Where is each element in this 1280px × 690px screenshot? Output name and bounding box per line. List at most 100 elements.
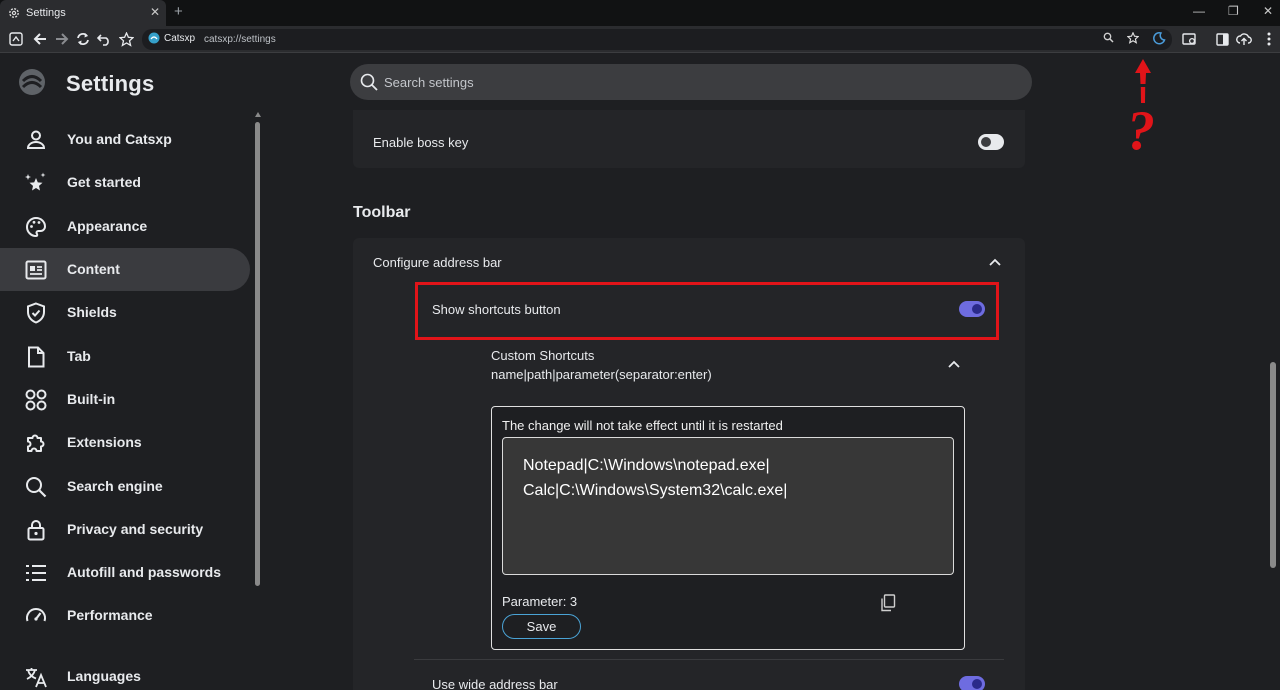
- sidebar-item-label: Content: [67, 261, 120, 277]
- sidebar-item-privacy-and-security[interactable]: Privacy and security: [0, 508, 250, 551]
- sidebar-item-label: Shields: [67, 304, 117, 320]
- menu-dots-icon[interactable]: [1261, 31, 1277, 47]
- scroll-up-arrow-icon[interactable]: [255, 112, 261, 117]
- main-scroll-thumb[interactable]: [1270, 362, 1276, 568]
- restart-notice: The change will not take effect until it…: [502, 418, 783, 433]
- sidebar-item-tab[interactable]: Tab: [0, 335, 250, 378]
- tab-page-icon: [28, 346, 45, 368]
- translate-icon: [26, 668, 47, 688]
- divider: [414, 659, 1004, 660]
- settings-header: Settings: [0, 54, 1280, 110]
- site-chip[interactable]: Catsxp: [148, 32, 195, 44]
- url-text[interactable]: catsxp://settings: [204, 34, 276, 45]
- back-icon[interactable]: [32, 31, 48, 47]
- search-icon: [26, 477, 47, 498]
- sidebar-item-label: Autofill and passwords: [67, 564, 222, 580]
- sidebar-item-you-and-catsxp[interactable]: You and Catsxp: [0, 118, 250, 161]
- sidebar-item-label: Get started: [67, 174, 141, 190]
- sidebar-item-search-engine[interactable]: Search engine: [0, 465, 250, 508]
- custom-shortcuts-description: name|path|parameter(separator:enter): [491, 367, 712, 382]
- bookmark-star-icon[interactable]: [118, 31, 134, 47]
- reload-icon[interactable]: [75, 31, 91, 47]
- browser-toolbar: Catsxp catsxp://settings: [0, 26, 1280, 53]
- sidebar-item-content[interactable]: Content: [0, 248, 250, 291]
- site-name: Catsxp: [164, 32, 196, 44]
- annotation-question-mark: ?: [1127, 100, 1155, 162]
- search-icon: [360, 73, 378, 91]
- star-icon[interactable]: [1126, 31, 1140, 48]
- sidebar-item-label: Appearance: [67, 218, 148, 234]
- section-title-toolbar: Toolbar: [353, 204, 411, 221]
- boss-key-card: Enable boss key: [353, 110, 1025, 168]
- sidebar-item-label: Extensions: [67, 434, 142, 450]
- palette-icon: [26, 216, 47, 238]
- sidebar-item-label: You and Catsxp: [67, 131, 172, 147]
- grid-circles-icon: [25, 389, 47, 411]
- main-scrollbar[interactable]: [1266, 110, 1280, 690]
- sidebar-item-appearance[interactable]: Appearance: [0, 205, 250, 248]
- lock-icon: [27, 520, 45, 541]
- settings-search[interactable]: [350, 64, 1032, 100]
- page-title: Settings: [66, 71, 155, 96]
- tab-settings[interactable]: Settings ✕: [0, 0, 166, 26]
- sidebar-scroll-thumb[interactable]: [255, 122, 260, 586]
- sidebar-item-autofill-and-passwords[interactable]: Autofill and passwords: [0, 551, 250, 594]
- tab-title: Settings: [26, 7, 66, 19]
- annotation-highlight-box: [415, 282, 999, 340]
- person-icon: [26, 130, 46, 149]
- dark-mode-moon-icon[interactable]: [1152, 31, 1166, 49]
- minimize-button[interactable]: —: [1193, 3, 1205, 19]
- home-icon[interactable]: [8, 31, 24, 47]
- gauge-icon: [26, 608, 46, 622]
- copy-icon[interactable]: [880, 594, 896, 612]
- sidebar-item-label: Tab: [67, 348, 91, 364]
- save-button[interactable]: Save: [502, 614, 581, 639]
- list-icon: [26, 565, 46, 581]
- content-layout-icon: [25, 260, 47, 280]
- sidebar-toggle-icon[interactable]: [1214, 31, 1230, 47]
- sparkle-star-icon: [25, 172, 46, 191]
- puzzle-icon: [27, 434, 45, 452]
- shield-icon: [27, 302, 45, 324]
- configure-address-bar-label[interactable]: Configure address bar: [373, 255, 502, 270]
- close-window-button[interactable]: ✕: [1263, 3, 1273, 19]
- sidebar-item-built-in[interactable]: Built-in: [0, 378, 250, 421]
- catsxp-logo-icon: [148, 32, 160, 44]
- sidebar-item-label: Search engine: [67, 478, 163, 494]
- forward-icon[interactable]: [54, 31, 70, 47]
- sidebar-item-label: Privacy and security: [67, 521, 204, 537]
- address-bar[interactable]: Catsxp catsxp://settings: [142, 29, 1172, 50]
- boss-key-toggle[interactable]: [978, 134, 1004, 150]
- tab-strip: Settings ✕ + — ❐ ✕: [0, 0, 1280, 26]
- shortcuts-textarea[interactable]: Notepad|C:\Windows\notepad.exe| Calc|C:\…: [502, 437, 954, 575]
- sidebar-item-label: Languages: [67, 668, 141, 684]
- sidebar-scrollbar[interactable]: [254, 112, 261, 690]
- sidebar-item-label: Built-in: [67, 391, 116, 407]
- custom-shortcuts-title: Custom Shortcuts: [491, 348, 595, 363]
- custom-shortcuts-panel: The change will not take effect until it…: [491, 406, 965, 650]
- sidebar-item-shields[interactable]: Shields: [0, 291, 250, 334]
- chevron-up-icon[interactable]: [948, 360, 960, 368]
- wide-address-bar-label: Use wide address bar: [432, 677, 558, 690]
- reading-list-icon[interactable]: [1181, 31, 1197, 47]
- sidebar-item-get-started[interactable]: Get started: [0, 161, 250, 204]
- search-input[interactable]: [384, 64, 984, 100]
- tab-close-icon[interactable]: ✕: [150, 5, 160, 19]
- upload-cloud-icon[interactable]: [1236, 31, 1252, 47]
- undo-icon[interactable]: [96, 31, 112, 47]
- catsxp-logo: [19, 69, 45, 95]
- chevron-up-icon[interactable]: [989, 258, 1001, 266]
- gear-icon: [9, 8, 19, 18]
- sidebar-item-languages[interactable]: Languages: [0, 655, 250, 690]
- sidebar-item-label: Performance: [67, 607, 153, 623]
- new-tab-button[interactable]: +: [174, 4, 183, 20]
- sidebar-item-extensions[interactable]: Extensions: [0, 421, 250, 464]
- wide-address-bar-toggle[interactable]: [959, 676, 985, 690]
- boss-key-label: Enable boss key: [373, 135, 469, 150]
- restore-button[interactable]: ❐: [1228, 3, 1239, 19]
- settings-main: Enable boss key Toolbar Configure addres…: [262, 110, 1280, 690]
- sidebar-item-performance[interactable]: Performance: [0, 594, 250, 637]
- zoom-icon[interactable]: [1103, 32, 1114, 47]
- sidebar-nav: You and Catsxp Get started Appearance Co…: [0, 110, 262, 690]
- parameter-count: Parameter: 3: [502, 594, 578, 609]
